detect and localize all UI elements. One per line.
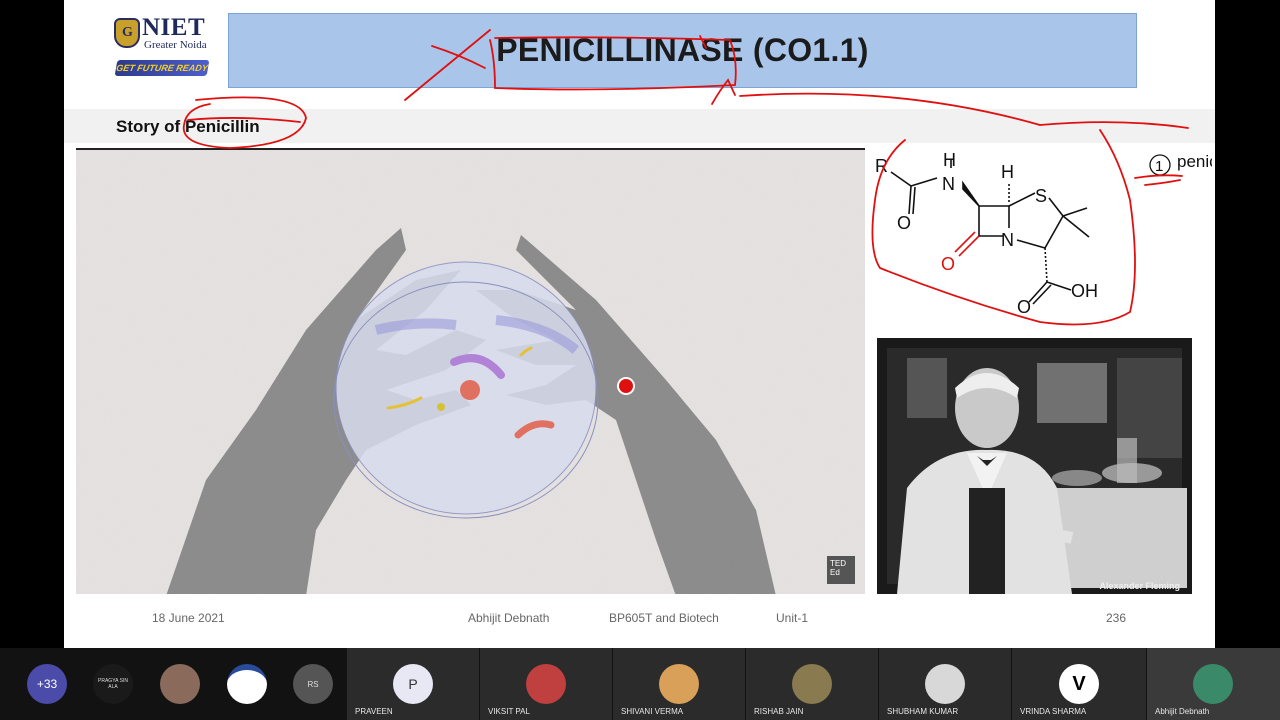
slide-subtitle: Story of Penicillin	[116, 117, 260, 136]
label-h-amide: H	[943, 150, 956, 170]
label-o-carboxyl: O	[1017, 297, 1031, 317]
label-o-amide: O	[897, 213, 911, 233]
participant-name: PRAVEEN	[355, 707, 393, 716]
slide-title: PENICILLINASE (CO1.1)	[496, 32, 869, 68]
footer-unit: Unit-1	[776, 611, 809, 625]
penicillin-structure-diagram: R H N H S O N O OH O 1 penicillins	[875, 150, 1212, 317]
participant-tile[interactable]: RISHAB JAIN	[746, 648, 878, 720]
participant-tile[interactable]: SHUBHAM KUMAR	[879, 648, 1011, 720]
photo-illustration	[877, 338, 1192, 594]
footer-date: 18 June 2021	[152, 611, 225, 625]
avatar-initial: P	[393, 664, 433, 704]
participant-avatar-rs[interactable]: RS	[293, 664, 333, 704]
participant-name: RISHAB JAIN	[754, 707, 804, 716]
annotation-number: 1	[1155, 158, 1163, 175]
participant-name: SHUBHAM KUMAR	[887, 707, 959, 716]
participant-name: VIKSIT PAL	[488, 707, 530, 716]
embedded-video[interactable]: TED Ed	[76, 148, 865, 594]
label-oh: OH	[1071, 281, 1098, 301]
photo-caption: Alexander Fleming	[1099, 581, 1180, 591]
avatar-photo	[1193, 664, 1233, 704]
label-o-lactam: O	[941, 254, 955, 274]
participant-avatar-photo[interactable]	[160, 664, 200, 704]
avatar-photo	[792, 664, 832, 704]
label-n-amide: N	[942, 174, 955, 194]
more-participants-button[interactable]: +33	[27, 664, 67, 704]
participant-tile[interactable]: P PRAVEEN	[347, 648, 479, 720]
participant-name: Abhijit Debnath	[1155, 707, 1210, 716]
participant-tile[interactable]: SHIVANI VERMA	[613, 648, 745, 720]
laser-pointer-dot	[619, 379, 633, 393]
label-s: S	[1035, 186, 1047, 206]
participant-name: VRINDA SHARMA	[1020, 707, 1087, 716]
avatar-photo	[526, 664, 566, 704]
footer-page-number: 236	[1106, 611, 1127, 625]
niet-logo: NIET Greater Noida GET FUTURE READY	[112, 14, 212, 84]
participant-tile[interactable]: VIKSIT PAL	[480, 648, 612, 720]
participant-tile-active[interactable]: Abhijit Debnath	[1147, 648, 1280, 720]
slide-title-box: PENICILLINASE (CO1.1)	[228, 13, 1137, 88]
participant-name: SHIVANI VERMA	[621, 707, 684, 716]
footer-course: BP605T and Biotech	[609, 611, 719, 625]
avatar-v-logo: V	[1059, 664, 1099, 704]
ted-ed-badge: TED Ed	[827, 556, 855, 584]
participant-mini-row: +33 PRAGYA SIN ALA RS	[0, 648, 346, 720]
annotation-penicillins: penicillins	[1177, 152, 1212, 171]
participant-avatar-logo[interactable]	[227, 664, 267, 704]
participant-tile[interactable]: V VRINDA SHARMA	[1012, 648, 1146, 720]
fleming-photo: Alexander Fleming	[877, 338, 1192, 594]
label-r: R	[875, 156, 888, 176]
microbe-dot	[460, 380, 480, 400]
video-frame-illustration	[76, 150, 865, 594]
label-h-ring: H	[1001, 162, 1014, 182]
avatar-photo	[659, 664, 699, 704]
participant-strip: +33 PRAGYA SIN ALA RS P PRAVEEN VIKSIT P…	[0, 648, 1280, 720]
crest-icon	[114, 18, 140, 48]
presentation-slide: NIET Greater Noida GET FUTURE READY PENI…	[64, 0, 1215, 648]
participant-avatar-pragya[interactable]: PRAGYA SIN ALA	[93, 664, 133, 704]
avatar-photo	[925, 664, 965, 704]
logo-tagline: GET FUTURE READY	[114, 60, 210, 76]
logo-name: NIET	[142, 14, 206, 41]
footer-author: Abhijit Debnath	[468, 611, 550, 625]
logo-subtext: Greater Noida	[144, 39, 207, 51]
label-n-ring: N	[1001, 230, 1014, 250]
